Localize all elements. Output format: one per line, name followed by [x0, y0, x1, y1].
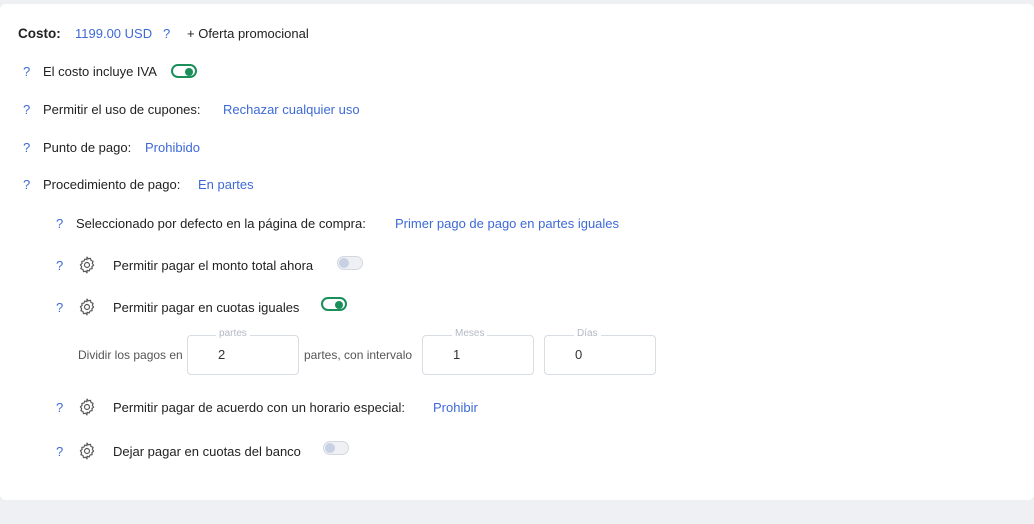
vat-toggle[interactable] — [171, 64, 197, 78]
pay-point-help-icon[interactable]: ? — [23, 140, 30, 155]
gear-icon[interactable] — [77, 255, 97, 275]
cost-help-icon[interactable]: ? — [163, 26, 170, 41]
coupons-value-link[interactable]: Rechazar cualquier uso — [223, 102, 360, 117]
schedule-label: Permitir pagar de acuerdo con un horario… — [113, 400, 405, 415]
pay-point-label: Punto de pago: — [43, 140, 132, 155]
default-selection-label: Seleccionado por defecto en la página de… — [76, 216, 366, 231]
split-middle-label: partes, con intervalo — [304, 348, 413, 362]
gear-icon[interactable] — [77, 441, 97, 461]
pricing-settings-card: Costo: 1199.00 USD ? + Oferta promociona… — [0, 4, 1034, 500]
days-input[interactable]: Días 0 — [544, 328, 656, 375]
full-now-label: Permitir pagar el monto total ahora — [113, 258, 314, 273]
procedure-help-icon[interactable]: ? — [23, 177, 30, 192]
pay-point-value-link[interactable]: Prohibido — [145, 140, 200, 155]
equal-help-icon[interactable]: ? — [56, 300, 63, 315]
procedure-value-link[interactable]: En partes — [198, 177, 254, 192]
days-value[interactable]: 0 — [575, 347, 582, 362]
gear-icon[interactable] — [77, 297, 97, 317]
gear-icon[interactable] — [77, 397, 97, 417]
cost-value[interactable]: 1199.00 USD — [75, 26, 152, 41]
months-value[interactable]: 1 — [453, 347, 460, 362]
schedule-value-link[interactable]: Prohibir — [433, 400, 478, 415]
vat-label: El costo incluye IVA — [43, 64, 157, 79]
schedule-help-icon[interactable]: ? — [56, 400, 63, 415]
months-input[interactable]: Meses 1 — [422, 328, 534, 375]
parts-input[interactable]: partes 2 — [187, 328, 299, 375]
equal-label: Permitir pagar en cuotas iguales — [113, 300, 300, 315]
full-now-toggle[interactable] — [337, 256, 363, 270]
bank-toggle[interactable] — [323, 441, 349, 455]
parts-legend: partes — [216, 328, 250, 339]
default-selection-help-icon[interactable]: ? — [56, 216, 63, 231]
months-legend: Meses — [452, 328, 488, 339]
default-selection-value-link[interactable]: Primer pago de pago en partes iguales — [395, 216, 619, 231]
bank-help-icon[interactable]: ? — [56, 444, 63, 459]
cost-label: Costo: — [18, 26, 61, 41]
full-now-help-icon[interactable]: ? — [56, 258, 63, 273]
equal-toggle[interactable] — [321, 297, 347, 311]
coupons-label: Permitir el uso de cupones: — [43, 102, 201, 117]
days-legend: Días — [574, 328, 601, 339]
coupons-help-icon[interactable]: ? — [23, 102, 30, 117]
parts-value[interactable]: 2 — [218, 347, 225, 362]
bank-label: Dejar pagar en cuotas del banco — [113, 444, 301, 459]
split-prefix-label: Dividir los pagos en — [78, 348, 183, 362]
promo-offer-link[interactable]: + Oferta promocional — [187, 26, 309, 41]
vat-help-icon[interactable]: ? — [23, 64, 30, 79]
procedure-label: Procedimiento de pago: — [43, 177, 181, 192]
